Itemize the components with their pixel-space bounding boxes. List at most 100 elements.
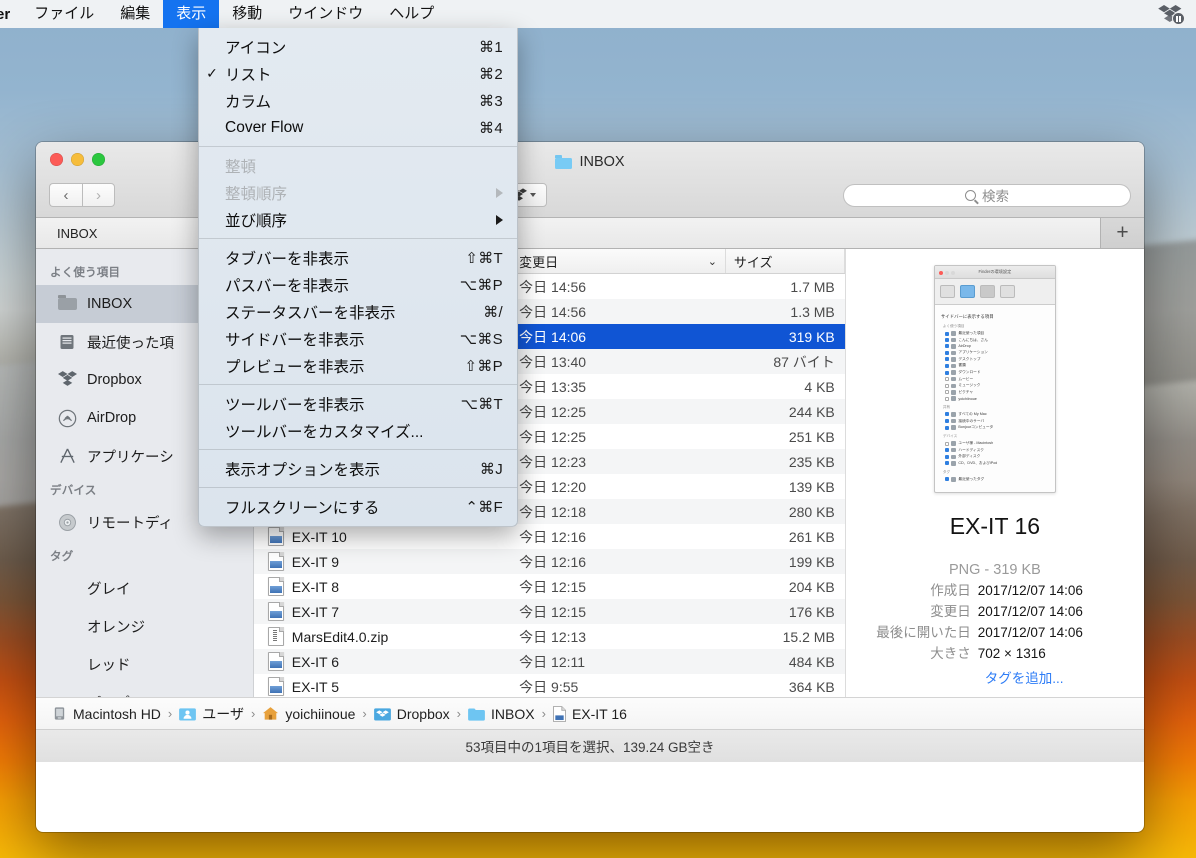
cell-date: 今日 13:40	[519, 353, 587, 370]
cell-size: 1.3 MB	[790, 303, 835, 320]
thumbnail-content: サイドバーに表示する項目 よく使う項目 最近使った項目 こんにちは、さん Air…	[940, 314, 998, 482]
menu-file[interactable]: ファイル	[21, 0, 107, 28]
menu-separator	[199, 146, 517, 147]
cell-date: 今日 12:11	[519, 653, 586, 670]
breadcrumb-item[interactable]: Macintosh HD	[52, 706, 161, 722]
table-row[interactable]: MarsEdit4.0.zip 今日 12:13 15.2 MB	[254, 624, 845, 649]
table-row[interactable]: EX-IT 9 今日 12:16 199 KB	[253, 549, 845, 574]
breadcrumb-item[interactable]: INBOX	[468, 706, 535, 722]
add-tag-link[interactable]: タグを追加...	[858, 667, 1132, 687]
cell-date: 今日 12:25	[519, 428, 587, 445]
preview-meta-key: 作成日	[930, 583, 971, 598]
sidebar-tag-orange[interactable]: オレンジ	[36, 607, 253, 645]
window-title-text: INBOX	[579, 154, 625, 170]
preview-meta-row: 変更日 2017/12/07 14:06	[858, 601, 1132, 622]
breadcrumb-item[interactable]: Dropbox	[373, 705, 450, 722]
view-menu-dropdown: アイコン ⌘1 ✓ リスト ⌘2 カラム ⌘3 Cover Flow ⌘4 整頓 整頓順序 並び順序タ…	[198, 28, 518, 527]
cell-size: 204 KB	[788, 578, 835, 595]
view-menu-item-並び順序[interactable]: 並び順序	[199, 206, 517, 233]
cell-date: 今日 12:23	[519, 453, 587, 470]
view-menu-item-ステタスバを非表示[interactable]: ステータスバーを非表示 ⌘/	[199, 298, 517, 325]
view-menu-item-タブバを非表示[interactable]: タブバーを非表示 ⇧⌘T	[199, 244, 517, 271]
sidebar-item-label: オレンジ	[87, 619, 145, 636]
back-button[interactable]: ‹	[49, 183, 82, 207]
sidebar-tag-gray[interactable]: グレイ	[36, 569, 253, 607]
checkmark-icon: ✓	[206, 65, 218, 81]
sidebar-tag-purple[interactable]: パープル	[36, 683, 253, 698]
view-menu-item-プレビュを非表示[interactable]: プレビューを非表示 ⇧⌘P	[199, 352, 517, 379]
view-menu-item-ツルバを非表示[interactable]: ツールバーを非表示 ⌥⌘T	[199, 390, 517, 417]
menu-go[interactable]: 移動	[219, 0, 275, 28]
file-name-label: EX-IT 6	[291, 653, 339, 670]
table-row[interactable]: EX-IT 7 今日 12:15 176 KB	[253, 599, 845, 624]
tag-dot-icon	[58, 579, 78, 597]
sidebar-item-label: アプリケーシ	[87, 449, 174, 466]
sidebar-tag-red[interactable]: レッド	[36, 645, 253, 683]
sidebar-item-label: AirDrop	[87, 410, 137, 426]
forward-button[interactable]: ›	[82, 183, 115, 207]
new-tab-button[interactable]: +	[1101, 218, 1144, 248]
cell-date: 今日 14:56	[519, 303, 587, 320]
cell-date: 今日 13:35	[519, 378, 587, 395]
view-menu-item-フルスクリンにする[interactable]: フルスクリーンにする ⌃⌘F	[199, 493, 517, 520]
table-row[interactable]: EX-IT 5 今日 9:55 364 KB	[254, 674, 845, 697]
view-menu-item-サイドバを非表示[interactable]: サイドバーを非表示 ⌥⌘S	[199, 325, 517, 352]
menu-item-label: 整頓順序	[225, 185, 288, 203]
view-menu-item-CoverFlow[interactable]: Cover Flow ⌘4	[199, 114, 517, 141]
thumbnail-toolbar	[934, 279, 1055, 305]
menu-edit[interactable]: 編集	[107, 0, 163, 28]
menu-view[interactable]: 表示	[163, 0, 220, 28]
menu-bar: er ファイル 編集 表示 移動 ウインドウ ヘルプ	[0, 0, 1196, 28]
column-header-date[interactable]: 変更日 ⌄	[511, 249, 726, 273]
view-menu-item-リスト[interactable]: ✓ リスト ⌘2	[199, 60, 517, 87]
path-bar: Macintosh HD › ユーザ › yoichiinoue › Dropbox › INB…	[36, 697, 1144, 729]
breadcrumb-label: ユーザ	[202, 705, 244, 722]
folder-icon	[58, 295, 78, 313]
table-row[interactable]: EX-IT 8 今日 12:15 204 KB	[254, 574, 845, 599]
folder-icon	[555, 155, 573, 169]
breadcrumb-item[interactable]: EX-IT 16	[552, 706, 627, 722]
preview-pane: Finderの環境設定 サイドバーに表示する項目 よく使う項目 最近使った項目 …	[844, 249, 1144, 697]
menu-item-shortcut: ⌘4	[479, 119, 503, 137]
view-menu-item-カラム[interactable]: カラム ⌘3	[199, 87, 517, 114]
breadcrumb-label: Dropbox	[396, 705, 450, 722]
menu-item-shortcut: ⌘/	[483, 303, 503, 321]
cell-date: 今日 12:16	[519, 553, 587, 570]
tab-inbox[interactable]: INBOX	[36, 218, 1101, 248]
png-file-icon	[267, 677, 284, 696]
file-name-label: EX-IT 7	[291, 603, 339, 620]
submenu-arrow-icon	[496, 187, 503, 198]
menu-item-label: ツールバーをカスタマイズ...	[225, 423, 424, 441]
view-menu-item-ツルバをカスタマイズ[interactable]: ツールバーをカスタマイズ...	[199, 417, 517, 444]
cell-name: EX-IT 9	[254, 552, 511, 571]
applications-icon	[58, 447, 78, 465]
view-menu-item-パスバを非表示[interactable]: パスバーを非表示 ⌥⌘P	[199, 271, 517, 298]
breadcrumb-separator: ›	[167, 706, 173, 721]
cell-date: 今日 14:06	[519, 328, 587, 345]
menu-app-name[interactable]: er	[0, 6, 21, 23]
menu-item-label: フルスクリーンにする	[225, 499, 380, 517]
remote-disc-icon	[58, 513, 78, 531]
table-row[interactable]: EX-IT 10 今日 12:16 261 KB	[254, 524, 845, 549]
column-header-size[interactable]: サイズ	[726, 249, 845, 273]
dropbox-paused-icon[interactable]	[1158, 3, 1185, 25]
menu-item-label: ツールバーを非表示	[225, 396, 365, 414]
home-icon	[262, 706, 279, 721]
menu-window[interactable]: ウインドウ	[275, 0, 376, 28]
breadcrumb-item[interactable]: yoichiinoue	[262, 706, 355, 722]
preview-meta-value: 2017/12/07 14:06	[977, 583, 1083, 598]
search-input[interactable]: 検索	[843, 183, 1131, 207]
png-file-icon	[267, 652, 284, 671]
view-menu-item-整頓順序: 整頓順序	[199, 179, 517, 206]
cell-name: EX-IT 5	[254, 677, 511, 696]
sidebar-header-tags: タグ	[50, 551, 74, 563]
breadcrumb-separator: ›	[541, 706, 546, 721]
sidebar-item-label: 最近使った項	[87, 335, 174, 352]
view-menu-item-表示オプションを表示[interactable]: 表示オプションを表示 ⌘J	[199, 455, 517, 482]
menu-item-shortcut: ⌘2	[479, 65, 503, 83]
view-menu-item-アイコン[interactable]: アイコン ⌘1	[199, 33, 517, 60]
breadcrumb-item[interactable]: ユーザ	[179, 704, 244, 724]
menu-help[interactable]: ヘルプ	[376, 0, 447, 28]
table-row[interactable]: EX-IT 6 今日 12:11 484 KB	[253, 649, 845, 674]
recents-icon	[58, 333, 78, 351]
